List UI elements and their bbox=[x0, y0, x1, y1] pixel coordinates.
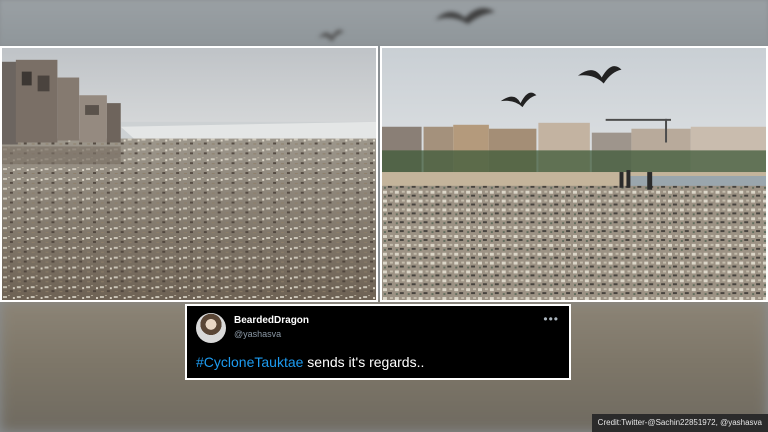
beach-photo-left bbox=[0, 46, 378, 302]
more-horizontal-icon[interactable]: ••• bbox=[543, 312, 559, 326]
blurred-bird-icon bbox=[435, 8, 495, 24]
tweet-card: BeardedDragon @yashasva ••• #CycloneTauk… bbox=[185, 304, 571, 380]
avatar[interactable] bbox=[196, 313, 226, 343]
tweet-text: #CycloneTauktae sends it's regards.. bbox=[196, 354, 424, 370]
beach-photo-right bbox=[380, 46, 768, 302]
blurred-background-top bbox=[0, 0, 768, 46]
hashtag-link[interactable]: #CycloneTauktae bbox=[196, 354, 303, 370]
tweet-author-name[interactable]: BeardedDragon bbox=[234, 315, 309, 326]
tweet-text-body: sends it's regards.. bbox=[303, 354, 425, 370]
tweet-author-handle[interactable]: @yashasva bbox=[234, 329, 281, 339]
image-credit: Credit:Twitter-@Sachin22851972, @yashasv… bbox=[591, 414, 768, 432]
blurred-bird-icon bbox=[318, 29, 344, 42]
